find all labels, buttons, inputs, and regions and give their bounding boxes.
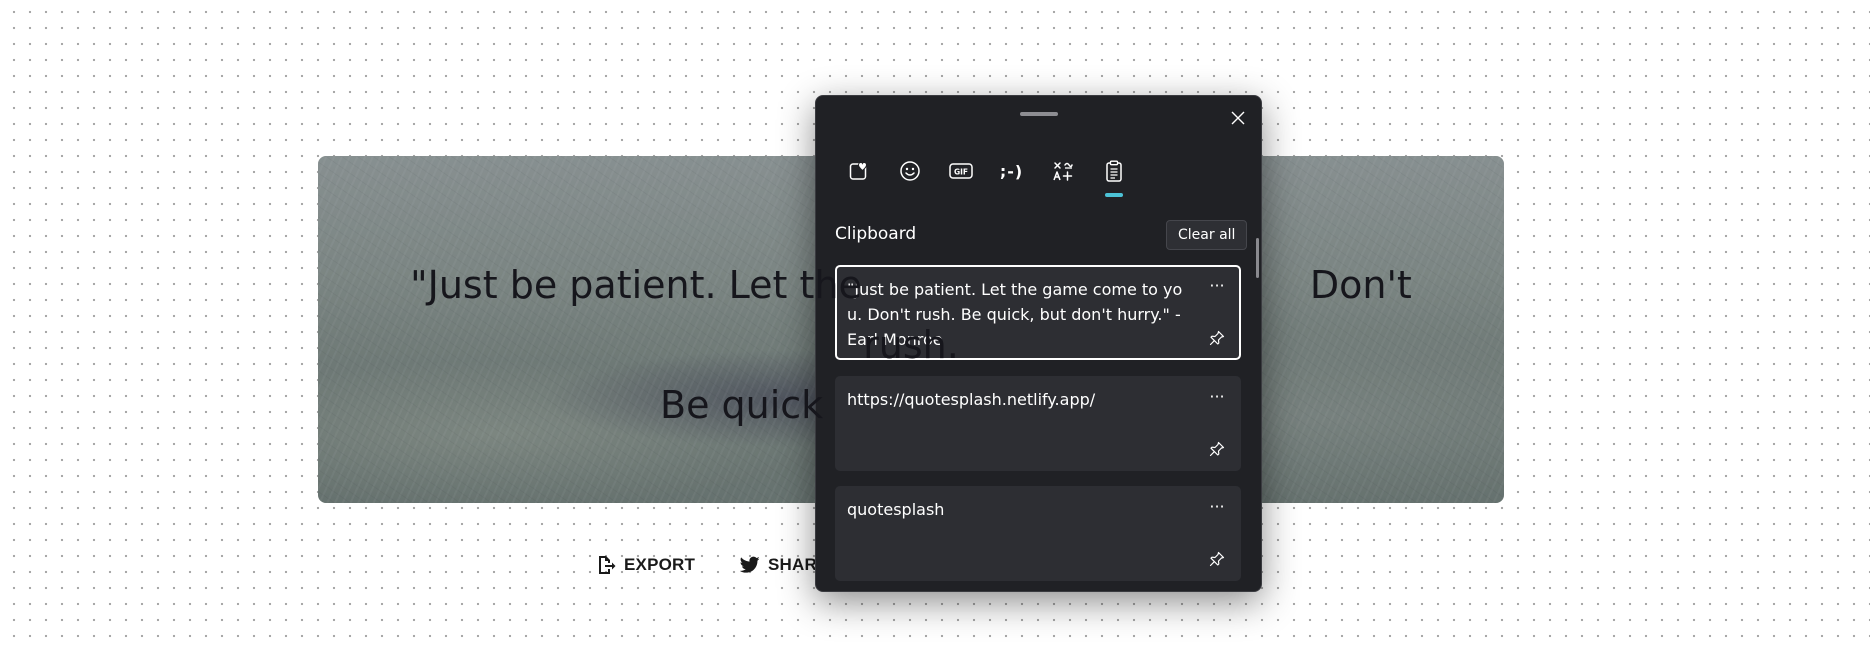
twitter-icon	[740, 556, 760, 573]
export-label: EXPORT	[624, 555, 696, 574]
export-icon	[599, 556, 616, 574]
more-icon: ···	[1209, 496, 1225, 516]
gif-icon: GIF	[948, 163, 973, 179]
clear-all-button[interactable]: Clear all	[1166, 220, 1248, 250]
pin-button[interactable]	[1205, 438, 1229, 460]
section-title: Clipboard	[835, 224, 917, 244]
tab-symbols[interactable]	[1037, 152, 1088, 190]
favorites-heart-icon	[849, 161, 867, 180]
tab-kaomoji[interactable]: ;-)	[986, 152, 1037, 190]
pin-icon	[1209, 551, 1225, 567]
tab-gif[interactable]: GIF	[935, 152, 986, 190]
pin-button[interactable]	[1205, 548, 1229, 570]
pin-icon	[1209, 441, 1225, 457]
tab-clipboard[interactable]	[1088, 152, 1139, 197]
clipboard-item[interactable]: quotesplash ···	[835, 486, 1241, 581]
close-button[interactable]	[1224, 104, 1252, 132]
tab-bar: GIF ;-)	[833, 152, 1139, 197]
emoji-icon	[899, 161, 920, 181]
svg-text:GIF: GIF	[953, 168, 967, 177]
more-options-button[interactable]: ···	[1205, 496, 1229, 516]
kaomoji-icon: ;-)	[999, 161, 1024, 181]
quote-line-1: "Just be patient. Let the	[410, 263, 862, 307]
drag-handle[interactable]	[1020, 112, 1058, 116]
symbols-icon	[1052, 162, 1073, 181]
quote-line-2: Be quick	[660, 383, 824, 427]
close-icon	[1231, 111, 1245, 125]
quote-line-1-right: Don't rush.	[863, 263, 1412, 367]
clipboard-icon	[1105, 160, 1122, 182]
tab-emoji[interactable]	[884, 152, 935, 190]
export-button[interactable]: EXPORT	[596, 555, 695, 575]
quote-text: "Just be patient. Let the Don't rush. Be …	[318, 255, 1504, 435]
clipboard-item-text: quotesplash	[847, 500, 945, 519]
tab-favorites[interactable]	[833, 152, 884, 190]
